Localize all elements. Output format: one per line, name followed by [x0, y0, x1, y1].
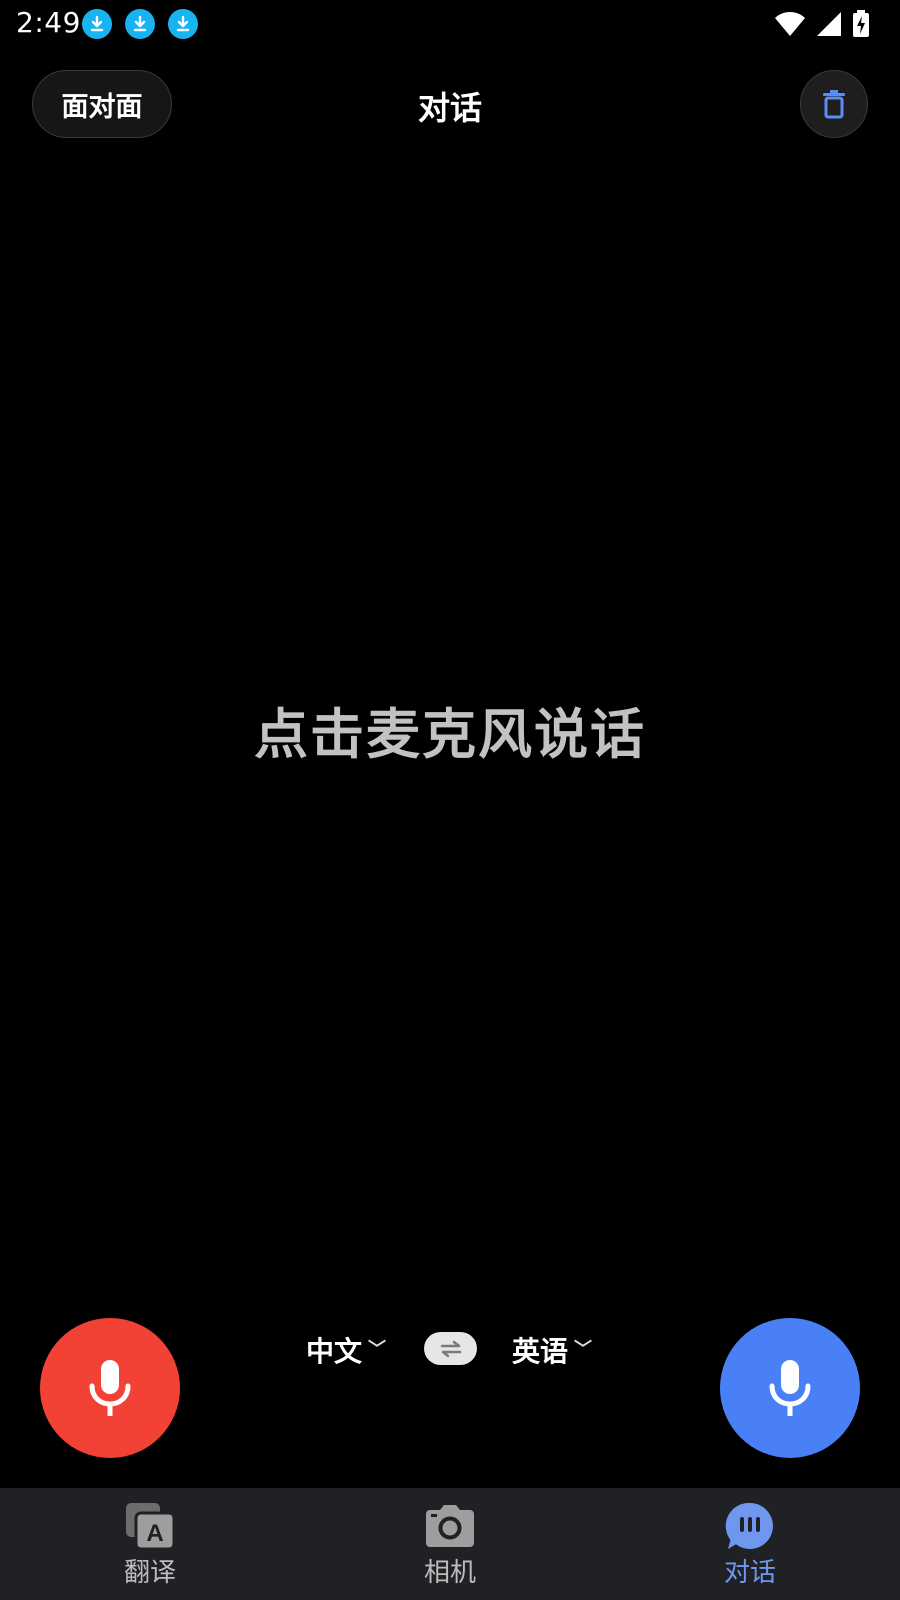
clear-conversation-button[interactable] [800, 70, 868, 138]
nav-item-translate[interactable]: A 翻译 [50, 1488, 250, 1600]
nav-label-translate: 翻译 [123, 1558, 176, 1588]
bottom-navigation: A 翻译 相机 对话 [0, 1488, 900, 1600]
download-icon [125, 9, 155, 39]
trash-icon [823, 90, 845, 119]
target-language-label: 英语 [512, 1335, 569, 1368]
nav-label-camera: 相机 [423, 1558, 476, 1588]
microphone-icon [769, 1360, 811, 1416]
page-title: 对话 [417, 89, 482, 127]
svg-text:A: A [146, 1520, 163, 1547]
nav-item-conversation[interactable]: 对话 [650, 1488, 850, 1600]
conversation-icon [725, 1502, 773, 1549]
chevron-down-icon: ﹀ [368, 1339, 387, 1360]
target-mic-button[interactable] [720, 1318, 860, 1458]
speak-prompt: 点击麦克风说话 [254, 703, 646, 766]
target-language-selector[interactable]: 英语 ﹀ [512, 1330, 592, 1370]
nav-label-conversation: 对话 [723, 1558, 776, 1588]
swap-icon [440, 1340, 461, 1357]
microphone-icon [89, 1360, 131, 1416]
nav-item-camera[interactable]: 相机 [350, 1488, 550, 1600]
camera-icon [426, 1505, 474, 1547]
source-language-label: 中文 [306, 1335, 363, 1368]
status-bar: 2:49 [0, 0, 900, 48]
download-icon [82, 9, 112, 39]
download-icon [168, 9, 198, 39]
status-time: 2:49 [16, 6, 81, 39]
translate-icon: A [126, 1503, 176, 1551]
source-language-selector[interactable]: 中文 ﹀ [306, 1330, 386, 1370]
chevron-down-icon: ﹀ [574, 1339, 593, 1360]
signal-icon [817, 12, 841, 36]
status-right-icons [774, 9, 870, 39]
wifi-icon [775, 12, 805, 36]
battery-charging-icon [853, 10, 869, 37]
swap-languages-button[interactable] [424, 1332, 477, 1365]
source-mic-button[interactable] [40, 1318, 180, 1458]
